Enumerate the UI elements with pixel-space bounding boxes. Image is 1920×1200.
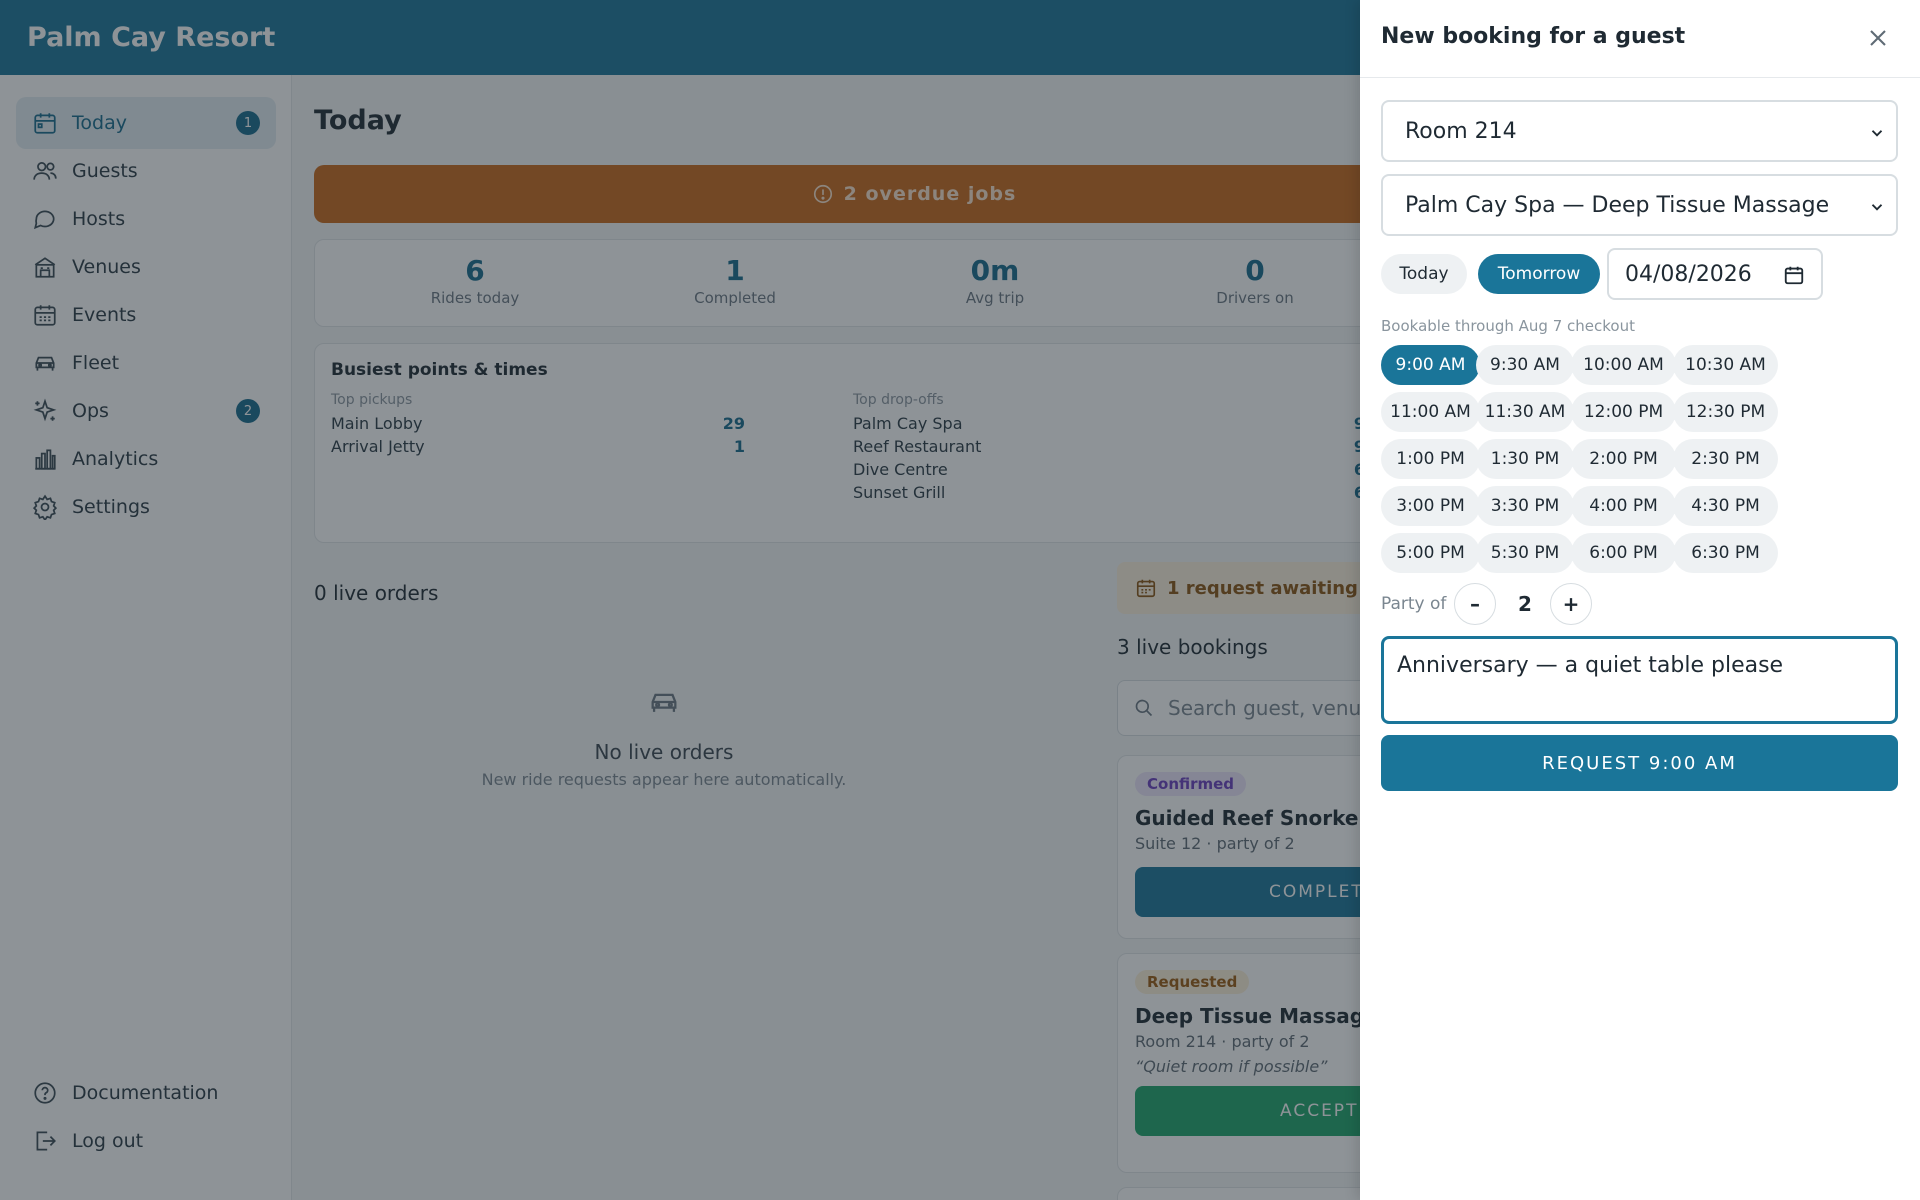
time-slot[interactable]: 1:30 PM [1476, 439, 1574, 479]
time-slot[interactable]: 2:00 PM [1571, 439, 1676, 479]
calendar-icon [1784, 266, 1804, 285]
time-slot[interactable]: 4:00 PM [1571, 486, 1676, 526]
time-slot[interactable]: 10:00 AM [1571, 345, 1676, 385]
time-slot[interactable]: 6:30 PM [1673, 533, 1778, 573]
close-icon[interactable] [1864, 24, 1892, 52]
service-select-value: Palm Cay Spa — Deep Tissue Massage [1405, 192, 1830, 218]
app-root: Palm Cay Resort Today 1 Guests Hosts Ven… [0, 0, 1920, 1200]
modal-backdrop[interactable] [0, 0, 1360, 1200]
time-slot[interactable]: 12:00 PM [1571, 392, 1676, 432]
party-decrease-button[interactable]: – [1454, 583, 1496, 625]
party-value: 2 [1518, 592, 1532, 616]
date-input[interactable]: 04/08/2026 [1607, 248, 1823, 300]
time-slot[interactable]: 3:00 PM [1381, 486, 1480, 526]
room-select[interactable]: Room 214 [1381, 100, 1898, 162]
time-slot[interactable]: 3:30 PM [1476, 486, 1574, 526]
time-slot[interactable]: 11:00 AM [1381, 392, 1480, 432]
time-slot[interactable]: 12:30 PM [1673, 392, 1778, 432]
party-label: Party of [1381, 594, 1447, 614]
date-value: 04/08/2026 [1625, 261, 1752, 287]
tomorrow-button[interactable]: Tomorrow [1478, 254, 1600, 294]
time-slot[interactable]: 11:30 AM [1476, 392, 1574, 432]
time-slot[interactable]: 1:00 PM [1381, 439, 1480, 479]
room-select-value: Room 214 [1405, 118, 1517, 144]
today-button[interactable]: Today [1381, 254, 1467, 294]
time-slot[interactable]: 4:30 PM [1673, 486, 1778, 526]
service-select[interactable]: Palm Cay Spa — Deep Tissue Massage [1381, 174, 1898, 236]
panel-header: New booking for a guest [1360, 0, 1920, 78]
request-button[interactable]: REQUEST 9:00 AM [1381, 735, 1898, 791]
time-slot[interactable]: 5:00 PM [1381, 533, 1480, 573]
chevron-down-icon [1871, 130, 1883, 137]
chevron-down-icon [1871, 204, 1883, 211]
time-slot[interactable]: 2:30 PM [1673, 439, 1778, 479]
time-slot[interactable]: 6:00 PM [1571, 533, 1676, 573]
party-increase-button[interactable]: + [1550, 583, 1592, 625]
bookable-hint: Bookable through Aug 7 checkout [1381, 317, 1635, 335]
time-slot[interactable]: 5:30 PM [1476, 533, 1574, 573]
notes-textarea[interactable]: Anniversary — a quiet table please [1381, 636, 1898, 724]
panel-title: New booking for a guest [1381, 24, 1686, 49]
time-slot[interactable]: 9:00 AM [1381, 345, 1480, 385]
time-slot[interactable]: 10:30 AM [1673, 345, 1778, 385]
new-booking-panel: New booking for a guest Room 214 Palm Ca… [1360, 0, 1920, 1200]
time-slot[interactable]: 9:30 AM [1476, 345, 1574, 385]
